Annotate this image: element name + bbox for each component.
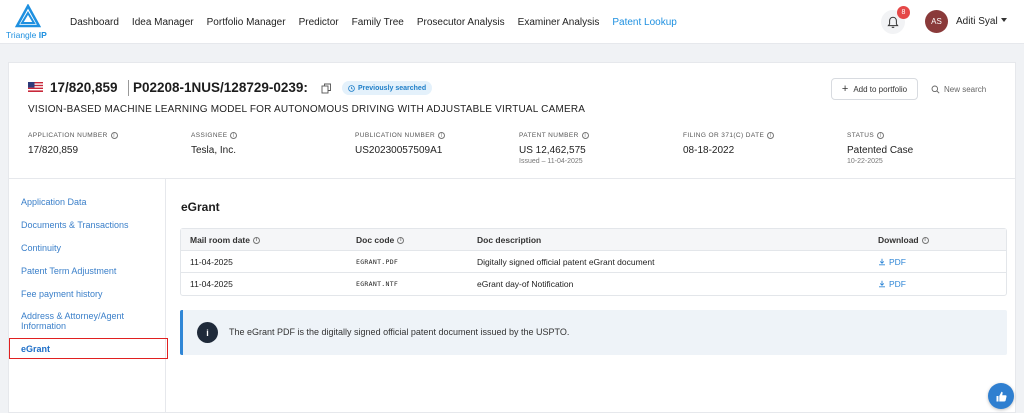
field-filing-date: FILING OR 371(C) DATE i 08-18-2022 [683,132,775,156]
brand-logo[interactable]: Triangle IP [6,4,50,40]
thumbs-up-icon [996,391,1007,401]
nav-dashboard[interactable]: Dashboard [70,17,119,28]
patent-detail-body: Application Data Documents & Transaction… [8,178,1016,413]
field-publication-number: PUBLICATION NUMBER i US20230057509A1 [355,132,446,156]
add-to-portfolio-button[interactable]: + Add to portfolio [831,78,918,100]
column-header-doc-code: Doc code i [356,229,405,251]
docket-number: P02208-1NUS/128729-0239: [133,80,308,95]
nav-idea-manager[interactable]: Idea Manager [132,17,194,28]
sidebar-item-fee-payment-history[interactable]: Fee payment history [21,289,103,299]
table-row: 11-04-2025 EGRANT.NTF eGrant day-of Noti… [181,273,1006,295]
bell-icon [887,16,899,28]
previously-searched-badge: Previously searched [342,81,433,95]
info-icon[interactable]: i [397,236,405,244]
nav-patent-lookup[interactable]: Patent Lookup [612,17,677,28]
triangle-logo-icon [15,4,41,28]
sidebar-item-egrant[interactable]: eGrant [9,338,168,359]
new-search-button[interactable]: New search [931,78,986,100]
info-icon[interactable]: i [877,132,885,139]
doc-description: Digitally signed official patent eGrant … [477,257,655,267]
sidebar-item-address-attorney[interactable]: Address & Attorney/Agent Information [21,311,124,331]
nav-prosecutor-analysis[interactable]: Prosecutor Analysis [417,17,505,28]
info-icon[interactable]: i [230,132,238,139]
table-header: Mail room date i Doc code i Doc descriptio… [181,229,1006,251]
search-icon [931,85,940,94]
doc-code: EGRANT.NTF [356,280,399,288]
us-flag-icon [28,82,43,92]
patent-header-card: 17/820,859 P02208-1NUS/128729-0239: Prev… [8,62,1016,178]
avatar[interactable]: AS [925,10,948,33]
user-name[interactable]: Aditi Syal [956,16,998,27]
mail-room-date: 11-04-2025 [190,257,233,267]
nav-examiner-analysis[interactable]: Examiner Analysis [518,17,600,28]
info-icon[interactable]: i [581,132,589,139]
download-pdf-link[interactable]: PDF [878,273,906,295]
plus-icon: + [841,83,849,95]
brand-name: Triangle IP [6,30,47,40]
notifications-button[interactable]: 8 [881,6,910,34]
field-patent-number: PATENT NUMBER i US 12,462,575 Issued – 11… [519,132,589,165]
info-icon[interactable]: i [921,236,929,244]
nav-family-tree[interactable]: Family Tree [352,17,404,28]
main-nav: Dashboard Idea Manager Portfolio Manager… [70,0,677,44]
table-row: 11-04-2025 EGRANT.PDF Digitally signed o… [181,251,1006,273]
doc-description: eGrant day-of Notification [477,279,574,289]
column-header-download: Download i [878,229,929,251]
top-nav: Triangle IP Dashboard Idea Manager Portf… [0,0,1024,44]
sidebar-item-documents-transactions[interactable]: Documents & Transactions [21,220,129,230]
egrant-table: Mail room date i Doc code i Doc descriptio… [180,228,1007,296]
patent-title-description: VISION-BASED MACHINE LEARNING MODEL FOR … [28,104,586,115]
nav-portfolio-manager[interactable]: Portfolio Manager [207,17,286,28]
mail-room-date: 11-04-2025 [190,279,233,289]
caret-down-icon[interactable] [1001,18,1007,22]
info-icon[interactable]: i [438,132,446,139]
nav-predictor[interactable]: Predictor [299,17,339,28]
clock-icon [348,84,355,92]
info-icon: i [197,322,218,343]
section-title: eGrant [181,200,220,214]
section-sidebar: Application Data Documents & Transaction… [9,179,168,413]
download-icon [879,280,885,288]
column-header-mail-room-date: Mail room date i [190,229,260,251]
sidebar-item-patent-term-adjustment[interactable]: Patent Term Adjustment [21,266,116,276]
help-button[interactable] [988,383,1014,409]
download-pdf-link[interactable]: PDF [878,251,906,273]
download-icon [879,258,885,266]
notice-text: The eGrant PDF is the digitally signed o… [229,327,570,337]
field-application-number: APPLICATION NUMBER i 17/820,859 [28,132,118,156]
copy-icon[interactable] [321,83,332,94]
field-status: STATUS i Patented Case 10-22-2025 [847,132,914,165]
application-number-title: 17/820,859 [50,80,118,95]
egrant-info-notice: i The eGrant PDF is the digitally signed… [180,310,1007,355]
column-header-doc-description: Doc description [477,235,542,245]
doc-code: EGRANT.PDF [356,258,399,266]
notification-count-badge: 8 [897,6,910,19]
field-assignee: ASSIGNEE i Tesla, Inc. [191,132,238,156]
info-icon[interactable]: i [252,236,260,244]
sidebar-item-continuity[interactable]: Continuity [21,243,61,253]
info-icon[interactable]: i [110,132,118,139]
info-icon[interactable]: i [767,132,775,139]
sidebar-item-application-data[interactable]: Application Data [21,197,87,207]
title-divider [128,80,129,96]
